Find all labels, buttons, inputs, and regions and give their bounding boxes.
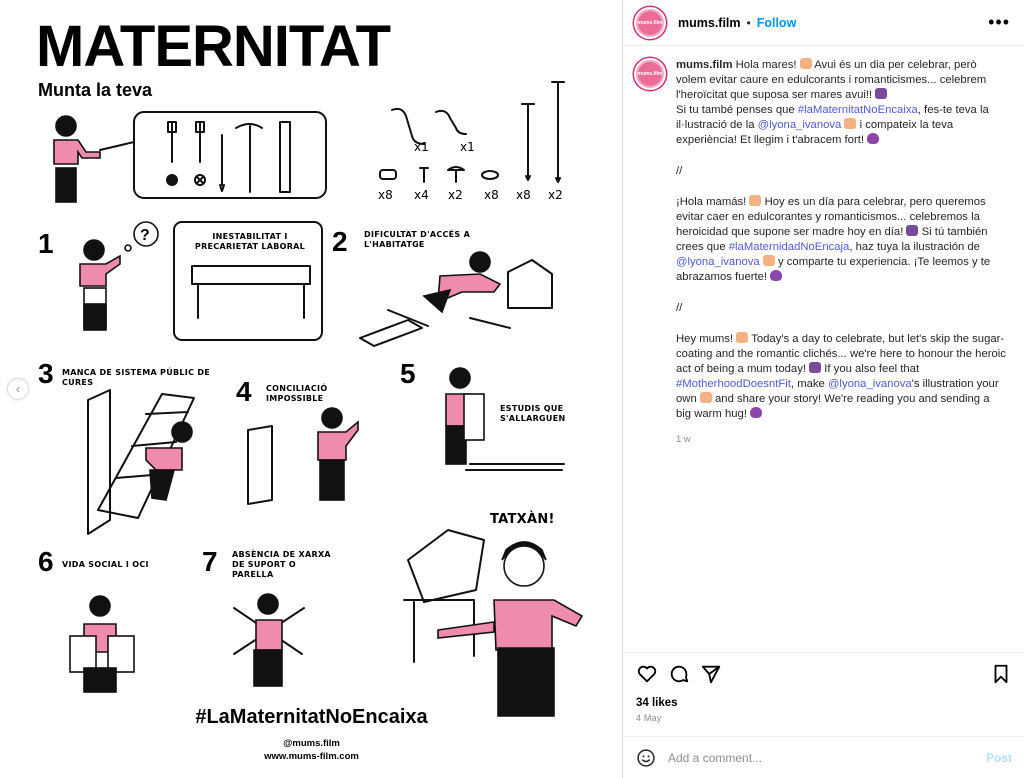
step-number: 5: [400, 358, 416, 389]
hashtag-link[interactable]: #laMaternidadNoEncaja: [729, 241, 850, 253]
bookmark-icon[interactable]: [990, 663, 1012, 685]
part-quantity: x1: [414, 140, 429, 154]
step-number: 2: [332, 226, 348, 257]
caption-block: mums.film mums.film Hola mares! Avui és …: [634, 58, 1014, 447]
post-comment-button[interactable]: Post: [986, 751, 1012, 765]
step-number: 1: [38, 228, 54, 259]
step-number: 6: [38, 546, 54, 577]
caption-separator: //: [676, 165, 683, 177]
heart-hands-emoji-icon: [844, 118, 857, 129]
post-header: mums.film mums.film • Follow •••: [624, 0, 1024, 46]
heart-icon[interactable]: [636, 663, 658, 685]
follow-button[interactable]: Follow: [757, 16, 797, 30]
svg-text:?: ?: [140, 227, 150, 244]
step-caption: DIFICULTAT D'ACCÉS A L'HABITATGE: [364, 230, 471, 249]
comment-input[interactable]: [668, 750, 968, 765]
caption-fragment: ¡Hola mamás!: [676, 196, 750, 208]
part-quantity: x1: [460, 140, 475, 154]
header-username[interactable]: mums.film: [678, 16, 741, 30]
hashtag-link[interactable]: #laMaternitatNoEncaixa: [798, 104, 918, 116]
step-number: 3: [38, 358, 54, 389]
caption-username[interactable]: mums.film: [676, 59, 733, 71]
purple-heart-emoji-icon: [867, 133, 880, 144]
caption-fragment: Hola mares!: [735, 59, 800, 71]
more-icon[interactable]: •••: [988, 13, 1010, 31]
raised-hands-emoji-icon: [799, 58, 812, 69]
part-quantity: x8: [516, 188, 531, 202]
heart-hands-emoji-icon: [762, 255, 775, 266]
part-quantity: x2: [548, 188, 563, 202]
mention-link[interactable]: @lyona_ivanova: [758, 119, 842, 131]
chevron-left-icon: ‹: [16, 382, 20, 396]
caption-fragment: , haz tuya la ilustración de: [849, 241, 980, 253]
action-bar: [624, 652, 1024, 694]
mention-link[interactable]: @lyona_ivanova: [676, 256, 760, 268]
avatar-label: mums.film: [638, 10, 663, 35]
caption-fragment: Hey mums!: [676, 333, 737, 345]
caption-fragment: and share your story! We're reading you …: [676, 393, 990, 420]
exclamation: TATXÀN!: [490, 512, 555, 527]
separator-dot: •: [746, 15, 751, 30]
raised-hands-emoji-icon: [749, 195, 762, 206]
comment-bar: Post: [624, 736, 1024, 778]
step-number: 7: [202, 546, 218, 577]
step-caption: ABSÈNCIA DE XARXA DE SUPORT O PARELLA: [232, 550, 331, 579]
post-image[interactable]: ? MATERNITAT Munta la teva x1 x1 x8 x4 x…: [0, 0, 623, 778]
step-number: 4: [236, 376, 252, 407]
caption-fragment: , make: [790, 378, 828, 390]
artwork-hashtag: #LaMaternitatNoEncaixa: [195, 706, 428, 728]
part-quantity: x2: [448, 188, 463, 202]
step-caption: MANCA DE SISTEMA PÚBLIC DE CURES: [62, 368, 211, 387]
part-quantity: x8: [484, 188, 499, 202]
purple-heart-emoji-icon: [770, 270, 783, 281]
likes-count[interactable]: 34 likes: [636, 697, 678, 709]
hashtag-link[interactable]: #MotherhoodDoesntFit: [676, 378, 791, 390]
step-caption: ESTUDIS QUE S'ALLARGUEN: [500, 404, 566, 423]
step-caption: INESTABILITAT I PRECARIETAT LABORAL: [194, 232, 306, 251]
step-caption: VIDA SOCIAL I OCI: [62, 560, 149, 569]
comment-icon[interactable]: [668, 663, 690, 685]
share-icon[interactable]: [700, 663, 722, 685]
caption-avatar[interactable]: mums.film: [634, 58, 666, 90]
caption-text: mums.film Hola mares! Avui és un dia per…: [676, 58, 1006, 447]
artwork-title: MATERNITAT: [36, 14, 391, 79]
woman-emoji-icon: [875, 88, 888, 99]
raised-hands-emoji-icon: [736, 332, 749, 343]
mention-link[interactable]: @lyona_ivanova: [828, 378, 912, 390]
carousel-prev-button[interactable]: ‹: [7, 378, 29, 400]
post-panel: mums.film mums.film • Follow ••• mums.fi…: [624, 0, 1024, 778]
avatar-label: mums.film: [638, 62, 663, 86]
artwork-credit-handle: @mums.film: [283, 738, 340, 749]
caption-age[interactable]: 1 w: [676, 432, 1006, 447]
post-date[interactable]: 4 May: [636, 713, 662, 723]
caption-fragment: Si tu també penses que: [676, 104, 798, 116]
artwork-subtitle: Munta la teva: [38, 80, 153, 100]
emoji-icon[interactable]: [636, 748, 656, 768]
avatar[interactable]: mums.film: [634, 6, 666, 39]
caption-separator: //: [676, 302, 683, 314]
artwork-credit-url: www.mums-film.com: [264, 751, 359, 762]
step-caption: CONCILIACIÓ IMPOSSIBLE: [266, 384, 328, 403]
woman-emoji-icon: [906, 225, 919, 236]
part-quantity: x4: [414, 188, 429, 202]
woman-emoji-icon: [809, 362, 822, 373]
heart-hands-emoji-icon: [699, 392, 712, 403]
caption-fragment: If you also feel that: [821, 363, 920, 375]
purple-heart-emoji-icon: [750, 407, 763, 418]
part-quantity: x8: [378, 188, 393, 202]
